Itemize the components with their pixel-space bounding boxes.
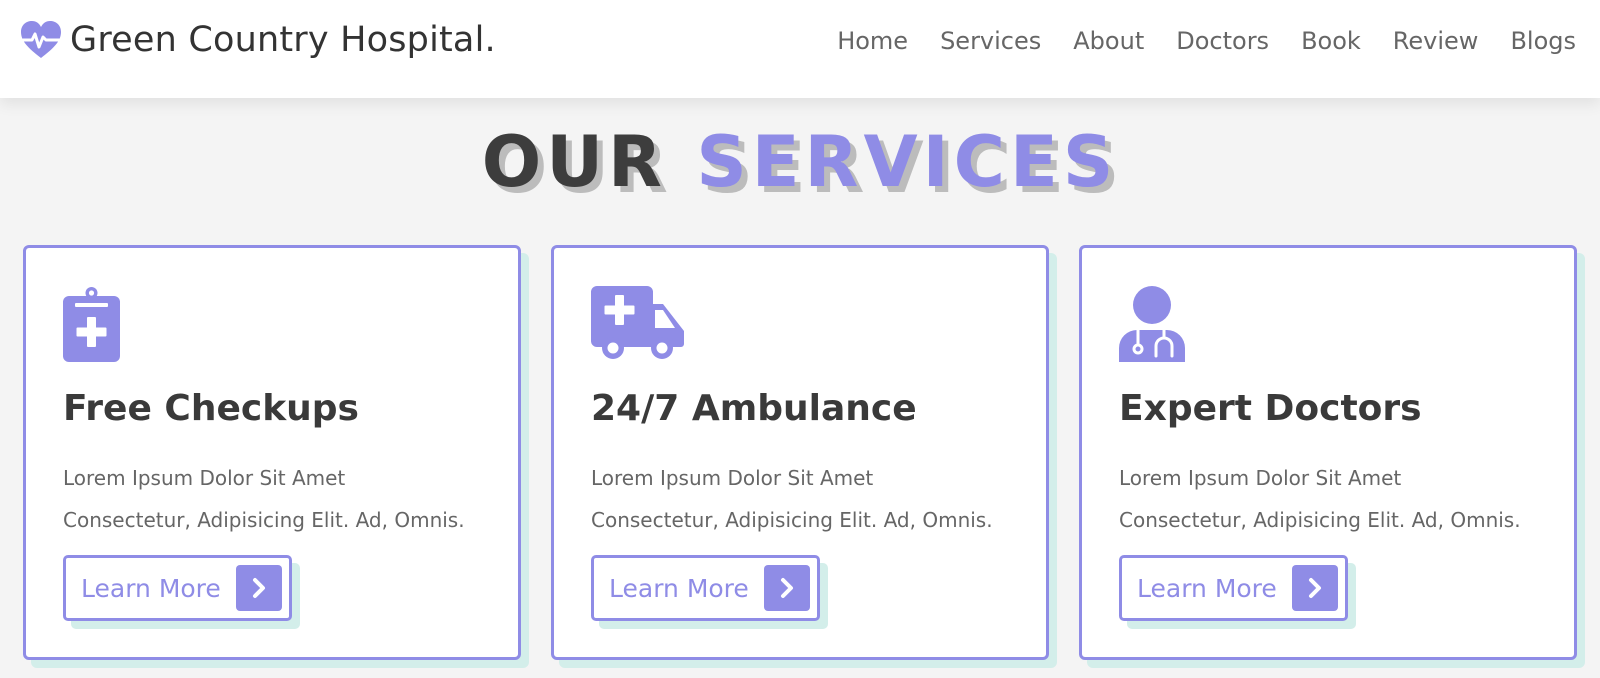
service-description-line1: Lorem Ipsum Dolor Sit Amet	[63, 466, 346, 490]
brand-name: Green Country Hospital.	[70, 20, 496, 60]
nav-services[interactable]: Services	[940, 27, 1041, 55]
nav-book[interactable]: Book	[1301, 27, 1361, 55]
heading-word-services: SERVICES	[696, 121, 1119, 203]
service-card-doctors: Expert Doctors Lorem Ipsum Dolor Sit Ame…	[1079, 245, 1577, 660]
service-card-checkups: Free Checkups Lorem Ipsum Dolor Sit Amet…	[23, 245, 521, 660]
learn-more-button[interactable]: Learn More	[1119, 555, 1348, 621]
service-description-line2: Consectetur, Adipisicing Elit. Ad, Omnis…	[591, 508, 993, 532]
nav-blogs[interactable]: Blogs	[1510, 27, 1576, 55]
chevron-right-icon	[236, 565, 282, 611]
nav-home[interactable]: Home	[837, 27, 908, 55]
nav-review[interactable]: Review	[1393, 27, 1479, 55]
learn-more-label: Learn More	[609, 574, 749, 603]
learn-more-label: Learn More	[81, 574, 221, 603]
learn-more-label: Learn More	[1137, 574, 1277, 603]
ambulance-icon	[591, 286, 684, 359]
nav-doctors[interactable]: Doctors	[1176, 27, 1269, 55]
service-title: Free Checkups	[63, 388, 359, 429]
main-nav: Home Services About Doctors Book Review …	[837, 22, 1576, 60]
heartbeat-icon	[21, 21, 61, 58]
service-description-line2: Consectetur, Adipisicing Elit. Ad, Omnis…	[1119, 508, 1521, 532]
nav-about[interactable]: About	[1073, 27, 1144, 55]
service-description-line1: Lorem Ipsum Dolor Sit Amet	[591, 466, 874, 490]
service-description-line1: Lorem Ipsum Dolor Sit Amet	[1119, 466, 1402, 490]
site-header: Green Country Hospital. Home Services Ab…	[0, 0, 1600, 98]
clipboard-medical-icon	[63, 287, 120, 362]
service-card-ambulance: 24/7 Ambulance Lorem Ipsum Dolor Sit Ame…	[551, 245, 1049, 660]
service-title: Expert Doctors	[1119, 388, 1422, 429]
doctor-icon	[1119, 286, 1185, 362]
brand-logo[interactable]: Green Country Hospital.	[20, 18, 496, 62]
heading-word-our: OUR	[481, 121, 667, 203]
learn-more-button[interactable]: Learn More	[591, 555, 820, 621]
service-description-line2: Consectetur, Adipisicing Elit. Ad, Omnis…	[63, 508, 465, 532]
section-heading: OUR SERVICES	[0, 122, 1600, 202]
chevron-right-icon	[764, 565, 810, 611]
learn-more-button[interactable]: Learn More	[63, 555, 292, 621]
service-title: 24/7 Ambulance	[591, 388, 917, 429]
chevron-right-icon	[1292, 565, 1338, 611]
